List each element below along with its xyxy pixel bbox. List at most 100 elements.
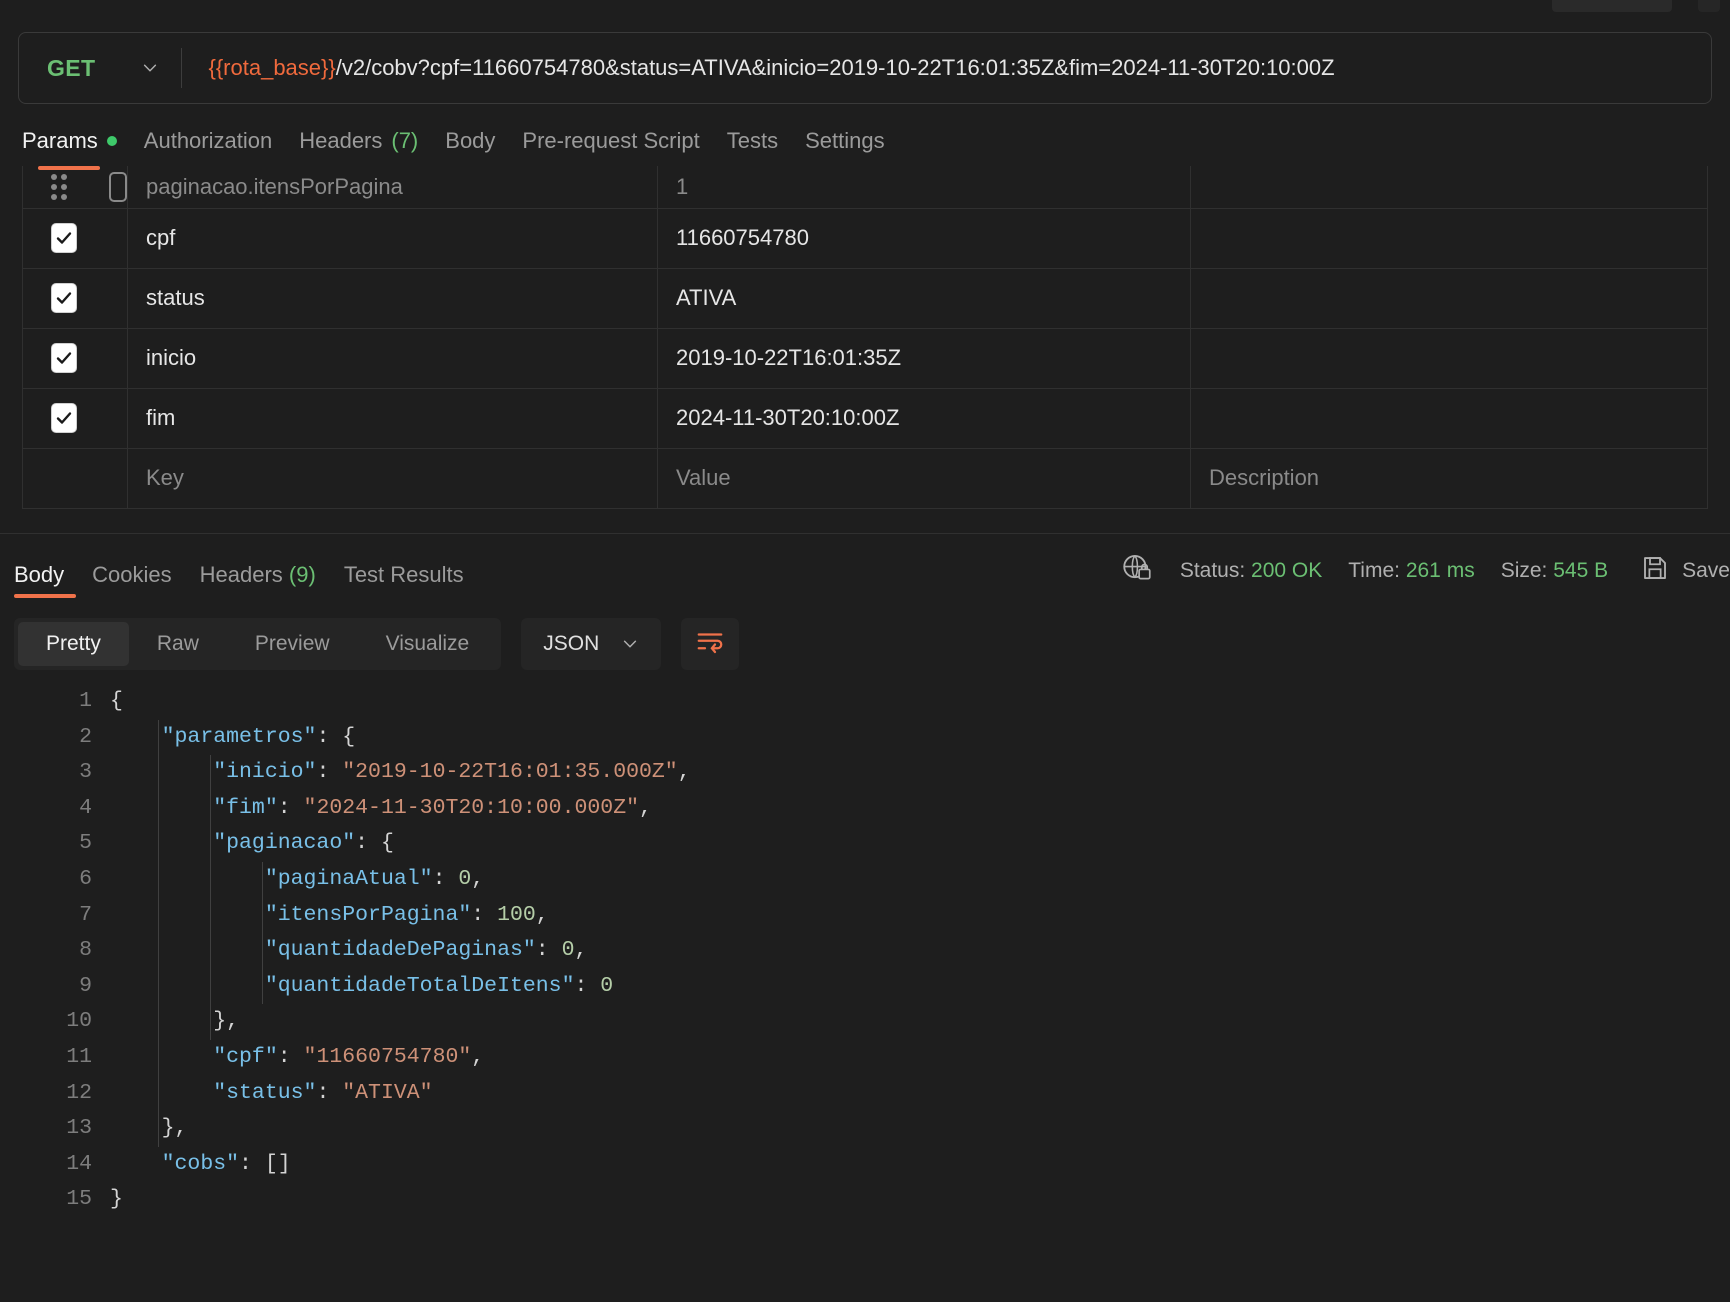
table-row[interactable]: status ATIVA [22,267,1708,329]
size-label: Size: [1500,559,1548,582]
row-key[interactable]: cpf [127,207,658,269]
code-token: "cobs" [161,1151,240,1176]
toolbar-ghost-icon[interactable] [1698,0,1720,12]
row-check-cell[interactable] [22,207,128,269]
url-path: /v2/cobv?cpf=11660754780&status=ATIVA&in… [335,55,1335,80]
code-line: { [110,684,1730,720]
row-value[interactable]: 11660754780 [657,207,1191,269]
tab-settings[interactable]: Settings [805,128,912,166]
code-line: "quantidadeDePaginas": 0, [110,933,1730,969]
time-value: 261 ms [1405,559,1475,582]
status-value: 200 OK [1251,559,1323,582]
table-row[interactable]: paginacao.itensPorPagina 1 [22,166,1708,209]
row-checkbox[interactable] [51,403,77,433]
code-token: , [471,1044,485,1069]
wrap-lines-button[interactable] [681,618,740,670]
code-token: "paginaAtual" [264,866,433,891]
line-number: 14 [66,1151,92,1176]
code-token: 0 [561,938,575,963]
code-token: : [316,1080,343,1105]
tab-authorization[interactable]: Authorization [144,128,299,166]
request-tabs: Params Authorization Headers (7) Body Pr… [0,104,1730,166]
tab-test-results-label: Test Results [343,562,464,587]
url-input[interactable]: {{rota_base}}/v2/cobv?cpf=11660754780&st… [182,55,1711,81]
tab-body[interactable]: Body [445,128,522,166]
format-select[interactable]: JSON [521,618,662,670]
globe-lock-icon[interactable] [1120,551,1154,591]
tab-headers[interactable]: Headers (7) [299,128,445,166]
table-row[interactable]: cpf 11660754780 [22,207,1708,269]
row-check-cell[interactable] [22,166,128,209]
code-line: }, [110,1004,1730,1040]
row-key[interactable]: inicio [127,327,658,389]
row-check-cell[interactable] [22,387,128,449]
row-checkbox[interactable] [51,343,77,373]
method-selector[interactable]: GET [19,33,181,103]
row-description[interactable] [1190,387,1708,449]
row-checkbox[interactable] [109,171,127,202]
code-line: } [110,1182,1730,1218]
tab-response-headers[interactable]: Headers (9) [200,562,344,598]
drag-handle-icon[interactable] [51,173,67,200]
tab-response-cookies-label: Cookies [92,562,172,587]
view-preview[interactable]: Preview [227,622,358,666]
json-code-content[interactable]: { "parametros": { "inicio": "2019-10-22T… [92,684,1730,1218]
code-line: }, [110,1111,1730,1147]
row-description[interactable] [1190,207,1708,269]
status-label: Status: [1179,559,1246,582]
table-row[interactable]: inicio 2019-10-22T16:01:35Z [22,327,1708,389]
row-value[interactable]: 1 [657,166,1191,209]
code-token: "status" [213,1080,317,1105]
row-value[interactable]: ATIVA [657,267,1191,329]
tab-response-cookies[interactable]: Cookies [92,562,199,598]
view-raw[interactable]: Raw [129,622,227,666]
table-row-new[interactable]: Key Value Description [22,447,1708,509]
tab-response-headers-label: Headers [199,562,283,587]
params-table: paginacao.itensPorPagina 1 cpf 116607547… [22,166,1708,509]
code-line: "paginaAtual": 0, [110,862,1730,898]
tab-tests[interactable]: Tests [727,128,805,166]
view-visualize[interactable]: Visualize [358,622,498,666]
line-number: 3 [79,760,92,785]
row-checkbox[interactable] [51,223,77,253]
window-top-stub [0,0,1730,18]
new-key-input[interactable]: Key [127,447,658,509]
code-token: "quantidadeDePaginas" [264,938,536,963]
view-pretty[interactable]: Pretty [18,622,129,666]
row-key[interactable]: paginacao.itensPorPagina [127,166,658,209]
new-value-input[interactable]: Value [657,447,1191,509]
row-check-cell[interactable] [22,267,128,329]
check-icon [56,232,72,244]
table-row[interactable]: fim 2024-11-30T20:10:00Z [22,387,1708,449]
code-token: "fim" [213,795,278,820]
row-value[interactable]: 2019-10-22T16:01:35Z [657,327,1191,389]
indent-guide [158,719,159,1147]
row-description[interactable] [1190,166,1708,209]
tab-response-body[interactable]: Body [14,562,92,598]
check-icon [56,292,72,304]
tab-response-headers-count: (9) [288,562,316,587]
save-icon [1640,553,1670,589]
new-description-input[interactable]: Description [1190,447,1708,509]
code-line: "parametros": { [110,720,1730,756]
response-body-code[interactable]: 1 2 3 4 5 6 7 8 9 10 11 12 13 14 15 { "p… [0,684,1730,1218]
row-key[interactable]: fim [127,387,658,449]
toolbar-ghost-button[interactable] [1552,0,1672,12]
row-checkbox[interactable] [51,283,77,313]
row-key[interactable]: status [127,267,658,329]
tab-headers-count: (7) [391,128,419,153]
row-description[interactable] [1190,327,1708,389]
code-line: "itensPorPagina": 100, [110,898,1730,934]
line-number: 5 [79,831,92,856]
tab-params[interactable]: Params [22,128,144,166]
tab-test-results[interactable]: Test Results [344,562,492,598]
tab-pre-request-script[interactable]: Pre-request Script [522,128,726,166]
code-line: "inicio": "2019-10-22T16:01:35.000Z", [110,755,1730,791]
format-select-value: JSON [543,632,600,655]
code-token: : [432,866,459,891]
row-value[interactable]: 2024-11-30T20:10:00Z [657,387,1191,449]
row-description[interactable] [1190,267,1708,329]
code-line: "paginacao": { [110,826,1730,862]
save-response-button[interactable]: Save [1640,553,1730,589]
row-check-cell[interactable] [22,327,128,389]
